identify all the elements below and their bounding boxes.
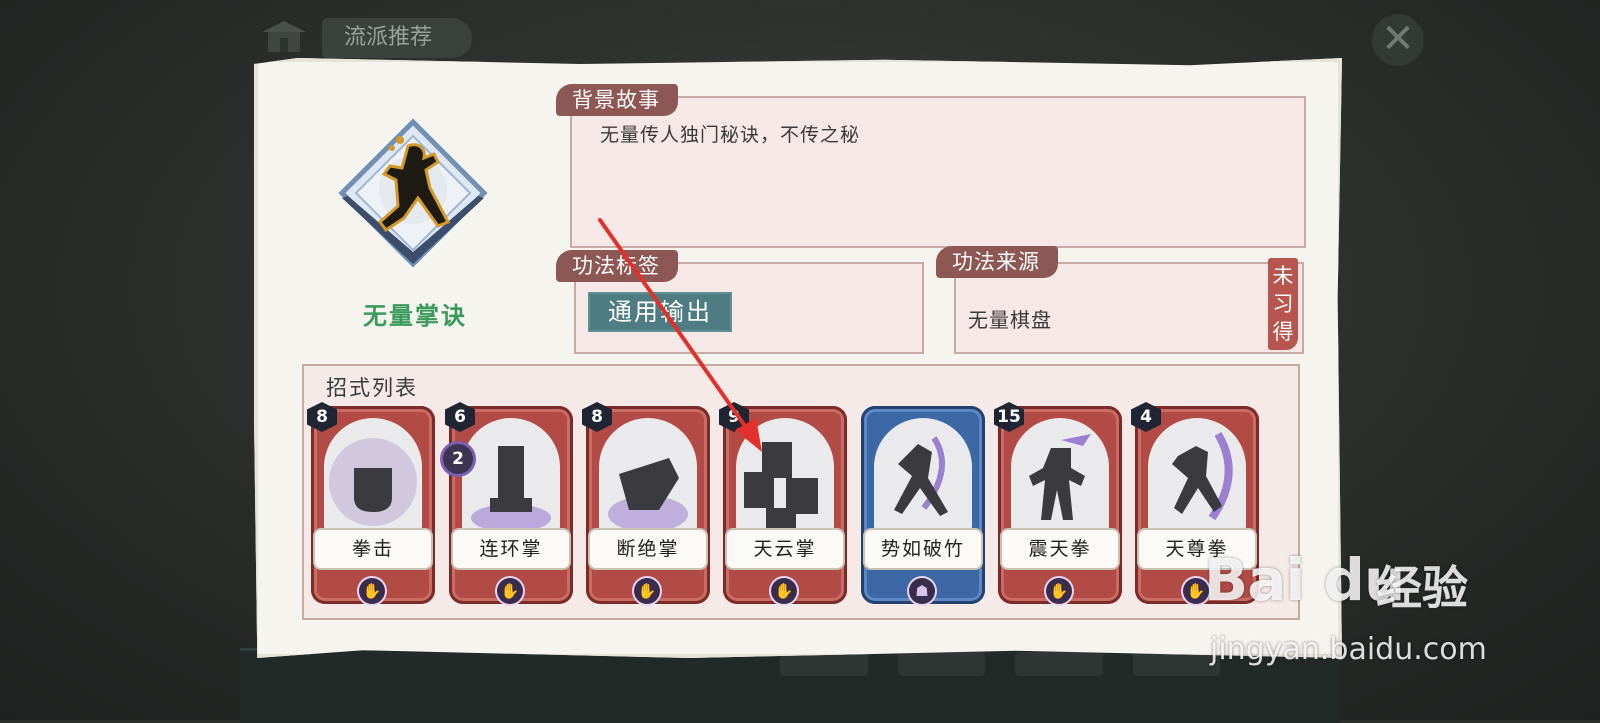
watermark-url: jingyan.baidu.com (1210, 632, 1487, 667)
watermark-sub: 经验 (1376, 561, 1468, 615)
baidu-watermark: Bai du 经验 jingyan.baidu.com (1204, 540, 1584, 680)
watermark-brand: Bai du (1204, 546, 1405, 614)
